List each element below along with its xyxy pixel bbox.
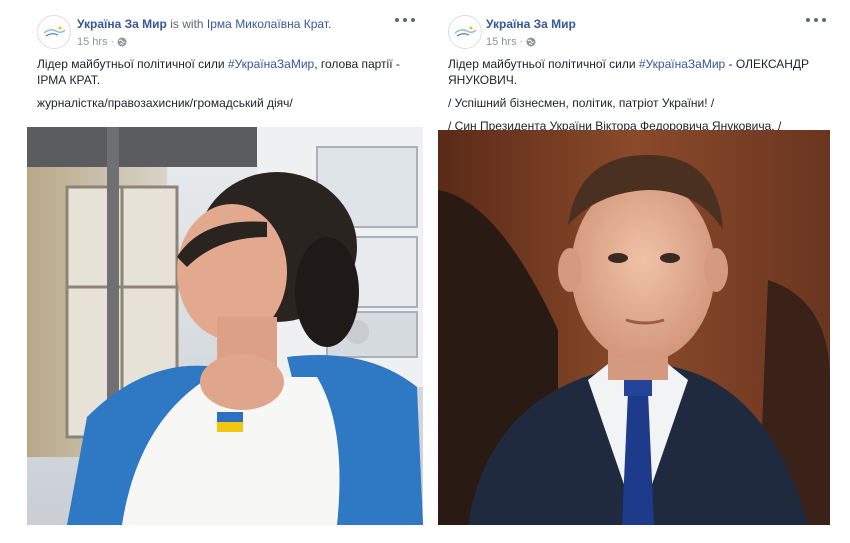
post-header: Україна За Мир is with Ірма Миколаївна К… — [77, 16, 331, 32]
woman-portrait-photo — [27, 127, 423, 525]
page-name-link[interactable]: Україна За Мир — [77, 17, 167, 31]
text-fragment: Лідер майбутньої політичної сили — [37, 57, 228, 71]
post-text-line-2: журналістка/правозахисник/громадський ді… — [37, 96, 293, 110]
post-card-left: Україна За Мир is with Ірма Миколаївна К… — [22, 0, 427, 543]
post-timestamp[interactable]: 15 hrs — [77, 35, 108, 49]
post-text: Лідер майбутньої політичної сили #Україн… — [448, 56, 824, 141]
globe-icon[interactable] — [526, 37, 536, 47]
hashtag-link[interactable]: #УкраїнаЗаМир — [639, 57, 725, 71]
page-avatar[interactable] — [37, 15, 71, 49]
post-photo[interactable] — [27, 127, 423, 525]
post-meta: 15 hrs · — [77, 35, 127, 49]
hashtag-link[interactable]: #УкраїнаЗаМир — [228, 57, 314, 71]
meta-separator: · — [519, 36, 523, 47]
meta-separator: · — [110, 36, 114, 47]
post-text: Лідер майбутньої політичної сили #Україн… — [37, 56, 415, 118]
globe-icon[interactable] — [117, 37, 127, 47]
post-timestamp[interactable]: 15 hrs — [486, 35, 517, 49]
with-label: is with — [170, 17, 204, 31]
post-text-line-1: Лідер майбутньої політичної сили #Україн… — [448, 56, 824, 88]
more-options-icon[interactable] — [395, 14, 415, 26]
post-header: Україна За Мир — [486, 16, 576, 32]
post-card-right: Україна За Мир 15 hrs · Лідер майбутньої… — [436, 0, 836, 543]
page-name-link[interactable]: Україна За Мир — [486, 17, 576, 31]
post-meta: 15 hrs · — [486, 35, 536, 49]
tagged-person-link[interactable]: Ірма Миколаївна Крат. — [207, 17, 331, 31]
post-text-line-2: / Успішний бізнесмен, політик, патріот У… — [448, 96, 715, 110]
man-portrait-photo — [438, 130, 830, 525]
text-fragment: Лідер майбутньої політичної сили — [448, 57, 639, 71]
page-avatar[interactable] — [448, 15, 482, 49]
post-photo[interactable] — [438, 130, 830, 525]
more-options-icon[interactable] — [806, 14, 826, 26]
post-text-line-1: Лідер майбутньої політичної сили #Україн… — [37, 56, 415, 88]
